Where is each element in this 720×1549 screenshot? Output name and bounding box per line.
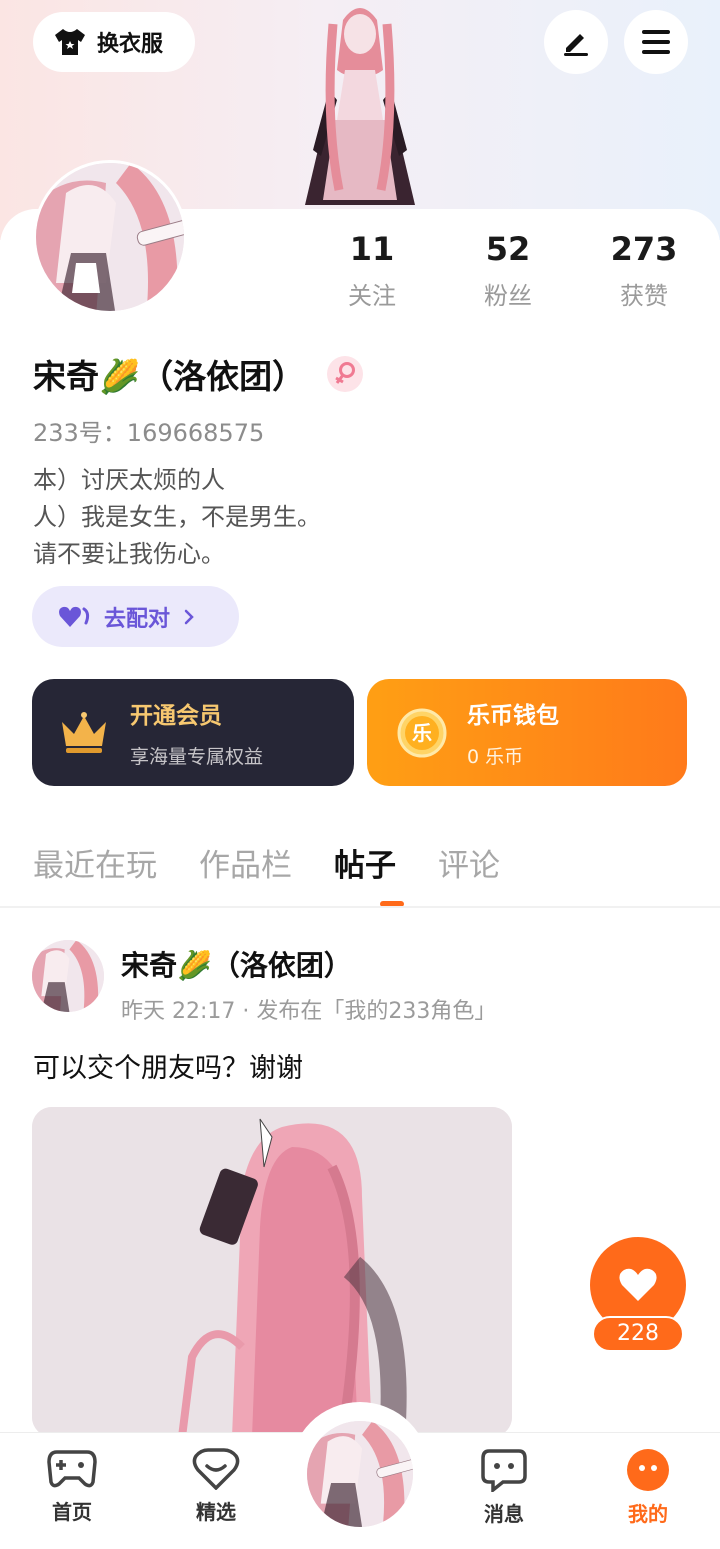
likes-count: 273: [610, 230, 678, 268]
tab-posts[interactable]: 帖子: [334, 840, 396, 885]
profile-name: 宋奇🌽（洛依团）: [33, 357, 306, 396]
followers-count: 52: [485, 230, 531, 268]
bio-line: 请不要让我伤心。: [33, 540, 225, 568]
change-outfit-label: 换衣服: [97, 32, 164, 57]
post-meta: 昨天 22:17 · 发布在「我的233角色」: [121, 999, 497, 1024]
post-image-art: [32, 1107, 512, 1437]
tab-comments[interactable]: 评论: [438, 840, 500, 885]
post-author-avatar[interactable]: [32, 940, 104, 1012]
coin-icon-text: 乐: [412, 721, 432, 745]
profile-name-row: 宋奇🌽（洛依团）: [33, 350, 364, 398]
hamburger-menu-icon: [642, 30, 670, 54]
tabs-divider: [0, 906, 720, 908]
likes-stat[interactable]: 273 获赞: [584, 230, 704, 311]
post-text: 可以交个朋友吗？谢谢: [33, 1053, 303, 1084]
heart-icon: [619, 1268, 657, 1301]
nav-featured-label: 精选: [196, 1500, 236, 1524]
avatar-portrait: [307, 1421, 413, 1527]
nav-center-avatar[interactable]: [304, 1418, 416, 1530]
coin-title: 乐币钱包: [467, 703, 559, 729]
likes-label: 获赞: [620, 282, 668, 310]
nav-home[interactable]: 首页: [22, 1448, 122, 1525]
following-label: 关注: [348, 282, 396, 310]
nav-profile-label: 我的: [628, 1502, 668, 1526]
gamepad-icon: [47, 1450, 97, 1488]
heart-pair-icon: [59, 606, 90, 627]
coin-wallet-card[interactable]: 乐 乐币钱包 0 乐币: [367, 679, 687, 786]
nav-profile[interactable]: 我的: [598, 1448, 698, 1527]
coin-icon: 乐: [397, 708, 447, 757]
match-label: 去配对: [104, 606, 171, 632]
chevron-right-icon: [184, 609, 194, 624]
avatar-portrait: [32, 940, 104, 1012]
profile-tabs: 最近在玩 作品栏 帖子 评论: [33, 840, 500, 885]
avatar-portrait: [36, 163, 184, 311]
like-count: 228: [592, 1316, 684, 1352]
following-count: 11: [349, 230, 395, 268]
edit-profile-button[interactable]: [544, 10, 608, 74]
nav-messages-label: 消息: [484, 1502, 524, 1526]
nav-messages[interactable]: 消息: [454, 1448, 554, 1527]
female-icon: [327, 356, 364, 392]
profile-bio: 本）讨厌太烦的人 人）我是女生，不是男生。 请不要让我伤心。: [33, 462, 321, 573]
chat-icon: [481, 1449, 527, 1492]
coin-balance: 0 乐币: [467, 746, 524, 768]
bio-line: 人）我是女生，不是男生。: [33, 503, 321, 531]
post-author-name[interactable]: 宋奇🌽（洛依团）: [121, 944, 352, 984]
avatar-3d-figure[interactable]: [285, 0, 435, 210]
post-image[interactable]: [32, 1107, 512, 1437]
shirt-icon: [55, 29, 85, 55]
user-id: 233号：169668575: [33, 419, 265, 447]
vip-title: 开通会员: [130, 703, 222, 729]
crown-icon: [62, 711, 106, 753]
heart-badge-icon: [192, 1448, 240, 1490]
profile-face-icon: [627, 1449, 669, 1491]
nav-featured[interactable]: 精选: [166, 1448, 266, 1525]
tab-works[interactable]: 作品栏: [199, 840, 292, 885]
settings-menu-button[interactable]: [624, 10, 688, 74]
vip-membership-card[interactable]: 开通会员 享海量专属权益: [32, 679, 354, 786]
bio-line: 本）讨厌太烦的人: [33, 466, 225, 494]
nav-home-label: 首页: [52, 1500, 92, 1524]
match-button[interactable]: 去配对: [32, 586, 239, 647]
followers-label: 粉丝: [484, 282, 532, 310]
pencil-icon: [564, 34, 588, 56]
followers-stat[interactable]: 52 粉丝: [448, 230, 568, 311]
tab-recently-played[interactable]: 最近在玩: [33, 840, 157, 885]
vip-subtitle: 享海量专属权益: [130, 746, 264, 768]
change-outfit-button[interactable]: 换衣服: [33, 12, 195, 72]
following-stat[interactable]: 11 关注: [312, 230, 432, 311]
profile-avatar[interactable]: [33, 160, 187, 314]
